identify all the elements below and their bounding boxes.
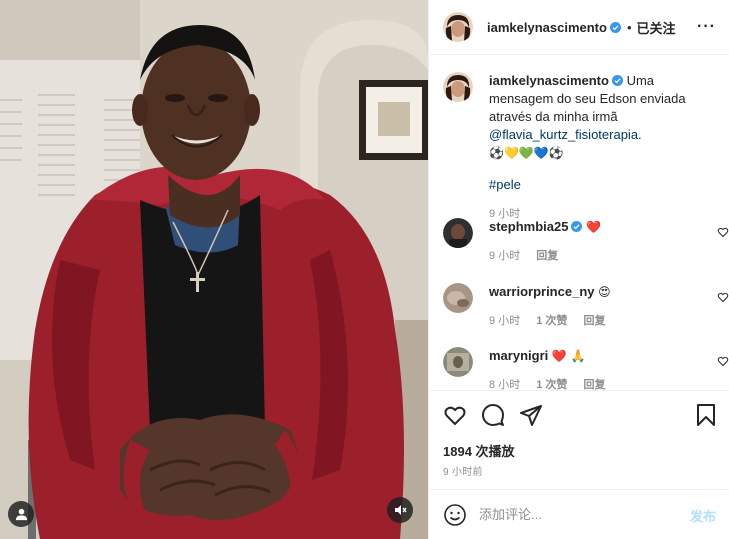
comment-meta: 9 小时 1 次赞 回复 (489, 312, 695, 330)
caption-hashtag-link[interactable]: #pele (489, 177, 521, 192)
bookmark-icon (697, 404, 715, 426)
caption-emoji-line: ⚽💛💚💙⚽ (489, 146, 564, 160)
author-avatar[interactable] (443, 12, 473, 42)
comment-bubble-icon[interactable] (481, 403, 505, 427)
separator-dot: • (626, 19, 632, 35)
commenter-avatar[interactable] (443, 218, 473, 248)
like-comment-heart-icon[interactable] (717, 291, 729, 303)
verified-badge-icon (611, 75, 623, 86)
comment-text: ❤️ 🙏 (551, 349, 586, 363)
comment-item: marynigri ❤️ 🙏 8 小时 1 次赞 回复 (443, 347, 729, 390)
post-comment-button[interactable]: 发布 (690, 506, 716, 525)
user-tag-button[interactable] (8, 501, 34, 527)
comment-username[interactable]: warriorprince_ny (489, 284, 595, 299)
caption-body: iamkelynascimento Uma mensagem do seu Ed… (489, 72, 719, 223)
comment-meta: 9 小时 回复 (489, 247, 695, 265)
mute-toggle-button[interactable] (387, 497, 413, 523)
add-comment-bar: 发布 (429, 489, 729, 539)
caption-period: . (638, 127, 642, 142)
like-comment-heart-icon[interactable] (717, 355, 729, 367)
comment-username[interactable]: marynigri (489, 348, 548, 363)
comment-likes[interactable]: 1 次赞 (536, 315, 567, 327)
view-count[interactable]: 1894 次播放 (443, 441, 515, 460)
post-actions: 1894 次播放 9 小时前 (429, 390, 729, 490)
smiley-face-icon (444, 503, 466, 526)
comment-body: warriorprince_ny 😍 9 小时 1 次赞 回复 (489, 283, 695, 330)
follow-status-button[interactable]: 已关注 (637, 18, 676, 37)
comment-text: 😍 (598, 285, 611, 299)
caption-row: iamkelynascimento Uma mensagem do seu Ed… (443, 72, 719, 220)
speaker-muted-icon (395, 505, 407, 515)
commenter-avatar[interactable] (443, 347, 473, 377)
comment-item: warriorprince_ny 😍 9 小时 1 次赞 回复 (443, 283, 729, 333)
save-button[interactable] (694, 403, 718, 427)
like-heart-icon[interactable] (443, 403, 467, 427)
comment-likes[interactable]: 1 次赞 (536, 379, 567, 390)
comment-time[interactable]: 9 小时 (489, 315, 520, 327)
user-icon (15, 508, 27, 520)
post-side-panel: iamkelynascimento • 已关注 ··· iamkelynasci… (428, 0, 729, 539)
comment-body: marynigri ❤️ 🙏 8 小时 1 次赞 回复 (489, 347, 695, 390)
verified-badge-icon (571, 221, 583, 232)
reply-button[interactable]: 回复 (536, 250, 558, 262)
comment-meta: 8 小时 1 次赞 回复 (489, 376, 695, 390)
more-dots-icon: ··· (697, 18, 716, 35)
caption-author-avatar[interactable] (443, 72, 473, 102)
author-username[interactable]: iamkelynascimento (487, 20, 607, 35)
comment-body: stephmbia25 ❤️ 9 小时 回复 (489, 218, 695, 265)
video-player[interactable] (0, 0, 428, 539)
comments-list[interactable]: iamkelynascimento Uma mensagem do seu Ed… (429, 56, 729, 390)
comment-item: stephmbia25 ❤️ 9 小时 回复 (443, 218, 729, 268)
video-frame (0, 0, 428, 539)
comment-time[interactable]: 9 小时 (489, 250, 520, 262)
share-paper-plane-icon[interactable] (519, 403, 543, 427)
commenter-avatar[interactable] (443, 283, 473, 313)
more-options-button[interactable]: ··· (697, 18, 716, 36)
reply-button[interactable]: 回复 (584, 379, 606, 390)
reply-button[interactable]: 回复 (584, 315, 606, 327)
post-header: iamkelynascimento • 已关注 ··· (429, 0, 729, 55)
comment-username[interactable]: stephmbia25 (489, 219, 568, 234)
post-timestamp[interactable]: 9 小时前 (443, 463, 483, 478)
caption-username[interactable]: iamkelynascimento (489, 73, 609, 88)
comment-input[interactable] (479, 507, 669, 522)
verified-badge-icon (609, 21, 621, 33)
emoji-picker-button[interactable] (443, 503, 467, 527)
action-icons (443, 403, 543, 427)
caption-mention-link[interactable]: @flavia_kurtz_fisioterapia (489, 127, 638, 142)
like-comment-heart-icon[interactable] (717, 226, 729, 238)
comment-time[interactable]: 8 小时 (489, 379, 520, 390)
comment-text: ❤️ (586, 220, 602, 234)
